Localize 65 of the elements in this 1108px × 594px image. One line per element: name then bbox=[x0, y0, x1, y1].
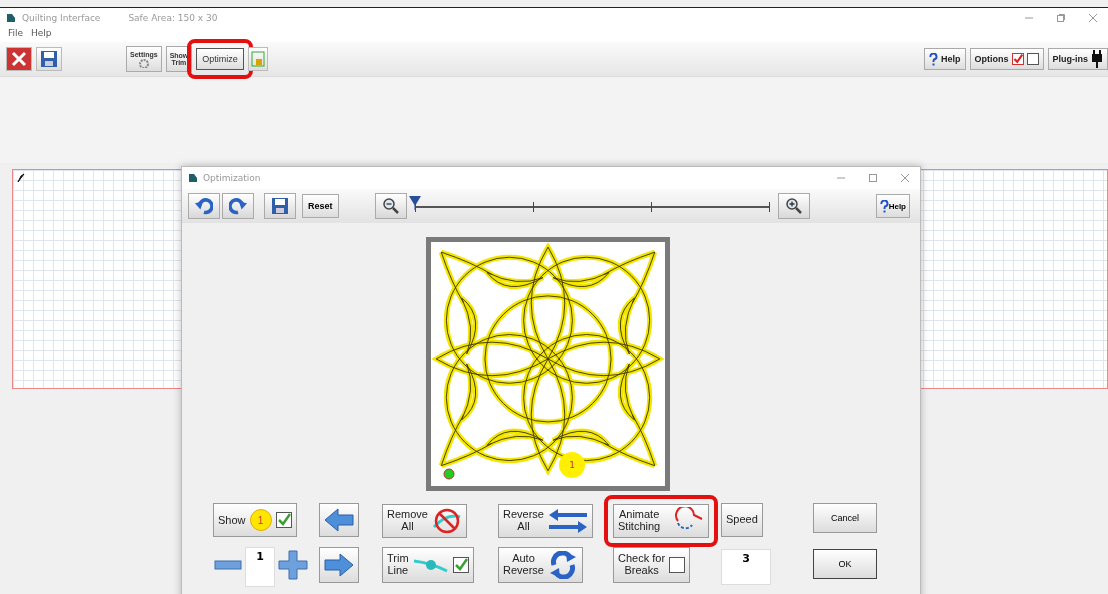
number-field[interactable]: 1 bbox=[245, 547, 275, 587]
save-icon bbox=[271, 197, 289, 215]
auto-reverse-button[interactable]: Auto Reverse bbox=[498, 547, 583, 583]
safe-area-label: Safe Area: 150 x 30 bbox=[128, 13, 218, 23]
number-marker: 1 bbox=[559, 452, 585, 478]
zoom-in-icon bbox=[784, 197, 803, 215]
maximize-icon[interactable] bbox=[868, 173, 878, 183]
optimize-button[interactable]: Optimize bbox=[196, 48, 244, 70]
next-button[interactable] bbox=[319, 547, 359, 583]
checkbox[interactable] bbox=[1026, 53, 1039, 65]
question-mark-icon bbox=[929, 52, 938, 66]
gear-icon bbox=[136, 57, 151, 68]
checkbox[interactable] bbox=[275, 512, 292, 528]
save-icon bbox=[40, 50, 58, 68]
menu-item[interactable]: File bbox=[8, 28, 24, 42]
no-stitch-icon bbox=[431, 506, 462, 535]
reset-button[interactable]: Reset bbox=[302, 194, 339, 218]
lock-icon bbox=[250, 51, 265, 67]
save-button[interactable] bbox=[36, 47, 62, 71]
plug-ins-button[interactable]: Plug-ins bbox=[1047, 48, 1108, 70]
zoom-out-icon bbox=[381, 197, 400, 215]
check-for-breaks-button[interactable]: Check for Breaks bbox=[613, 547, 691, 583]
menu-item[interactable]: Help bbox=[31, 28, 52, 42]
window-title: Quilting Interface bbox=[22, 13, 101, 23]
redo-icon bbox=[229, 197, 247, 215]
right-arrow-icon bbox=[324, 553, 354, 577]
restore-icon[interactable] bbox=[1056, 13, 1066, 23]
app-icon bbox=[188, 173, 198, 183]
swap-arrows-icon bbox=[547, 507, 588, 534]
checkbox[interactable] bbox=[669, 557, 686, 573]
help-button[interactable]: Help bbox=[875, 194, 910, 218]
cancel-button[interactable]: Cancel bbox=[813, 503, 877, 533]
plus-button[interactable] bbox=[277, 547, 309, 583]
help-button[interactable]: Help bbox=[924, 48, 966, 70]
close-icon[interactable] bbox=[1088, 13, 1098, 23]
undo-button[interactable] bbox=[188, 193, 220, 219]
question-mark-icon bbox=[879, 199, 889, 213]
speed-field[interactable]: 3 bbox=[721, 549, 771, 585]
ok-button[interactable]: OK bbox=[813, 549, 877, 579]
checkbox[interactable] bbox=[452, 557, 469, 573]
slider-thumb[interactable] bbox=[408, 196, 421, 210]
close-icon bbox=[11, 51, 27, 67]
app-icon bbox=[6, 13, 16, 23]
save-button[interactable] bbox=[264, 193, 296, 219]
trim-line-button[interactable]: Trim Line bbox=[382, 547, 474, 583]
close-icon[interactable] bbox=[900, 173, 910, 183]
dialog-title: Optimization bbox=[203, 173, 261, 183]
options-button[interactable]: Options bbox=[969, 48, 1044, 70]
speed-button[interactable]: Speed bbox=[721, 503, 763, 537]
redo-button[interactable] bbox=[222, 193, 254, 219]
start-point-icon bbox=[443, 468, 455, 480]
animate-button[interactable]: Animate Stitching bbox=[613, 503, 710, 538]
remove-all-button[interactable]: Remove All bbox=[382, 503, 467, 538]
plug-icon bbox=[1091, 50, 1103, 68]
zoom-in-button[interactable] bbox=[777, 193, 810, 219]
number-badge: 1 bbox=[249, 509, 272, 531]
previous-button[interactable] bbox=[319, 503, 359, 537]
undo-icon bbox=[195, 197, 213, 215]
left-arrow-icon bbox=[324, 508, 354, 532]
zoom-out-button[interactable] bbox=[374, 193, 407, 219]
close-button[interactable] bbox=[6, 47, 32, 71]
show-button[interactable]: Show 1 bbox=[213, 503, 297, 537]
reverse-all-button[interactable]: Reverse All bbox=[498, 503, 593, 538]
cursor-icon bbox=[17, 173, 25, 183]
checkbox[interactable] bbox=[1011, 53, 1024, 65]
